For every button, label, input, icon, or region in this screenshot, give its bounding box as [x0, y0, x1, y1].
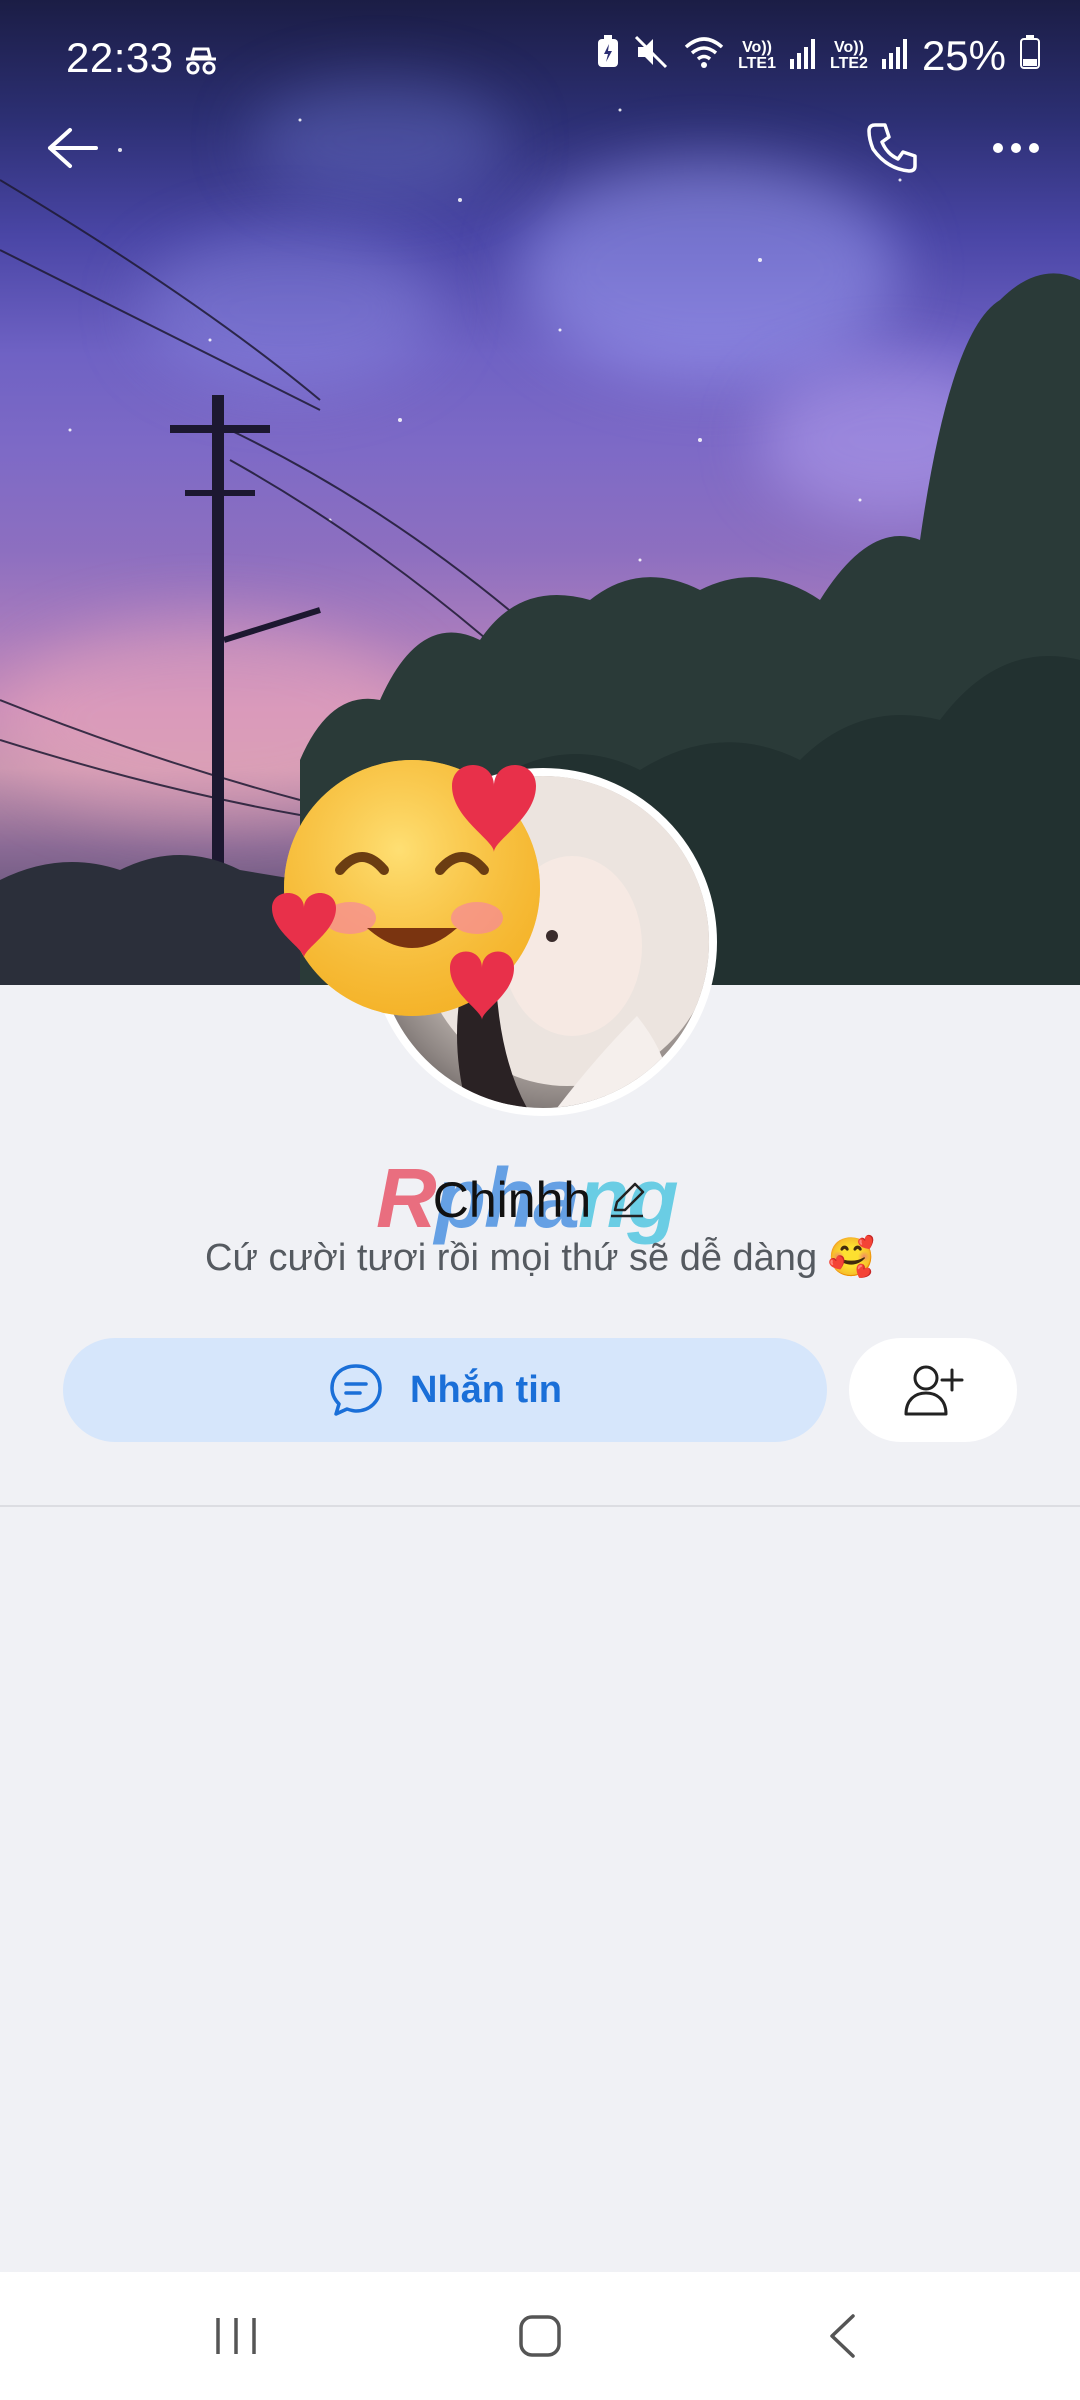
- battery-saver-icon: [596, 34, 620, 79]
- add-friend-button[interactable]: [849, 1338, 1017, 1442]
- profile-name: Chinhh: [432, 1172, 592, 1228]
- smiling-face-hearts-sticker: [272, 760, 540, 1020]
- recent-apps-button[interactable]: [136, 2272, 336, 2400]
- nav-back-button[interactable]: [742, 2272, 942, 2400]
- sim1-network: LTE1: [738, 55, 776, 72]
- more-button[interactable]: [980, 112, 1052, 184]
- back-icon: [830, 2314, 855, 2358]
- call-button[interactable]: [856, 112, 928, 184]
- arrow-left-icon: [48, 128, 98, 168]
- phone-icon: [867, 123, 917, 173]
- status-icons: Vo)) LTE1 Vo)) LTE2 25%: [596, 32, 1040, 80]
- sim2-volte: Vo)): [834, 39, 864, 56]
- home-icon: [519, 2315, 561, 2357]
- sim2-network: LTE2: [830, 55, 868, 72]
- back-button[interactable]: [36, 112, 108, 184]
- wifi-icon: [684, 34, 724, 79]
- message-button-label: Nhắn tin: [410, 1368, 562, 1411]
- battery-percent: 25%: [921, 32, 1006, 79]
- profile-name-row: Chinhh: [0, 1160, 1080, 1240]
- status-bar: 22:33 Vo)) LTE1 Vo)) LTE2 25%: [0, 0, 1080, 88]
- mute-icon: [634, 34, 670, 79]
- edit-pencil-icon[interactable]: [607, 1180, 647, 1220]
- chat-bubble-icon: [330, 1364, 382, 1416]
- sim2-lte-label: Vo)) LTE2: [830, 40, 868, 72]
- add-user-icon: [904, 1365, 964, 1416]
- section-divider: [0, 1505, 1080, 1507]
- sim1-lte-label: Vo)) LTE1: [738, 40, 776, 72]
- recent-apps-icon: [216, 2318, 256, 2354]
- system-nav-bar: [0, 2272, 1080, 2400]
- profile-bio: Cứ cười tươi rồi mọi thứ sẽ dễ dàng 🥰: [205, 1237, 875, 1279]
- signal-icon: [881, 34, 908, 79]
- signal-icon: [790, 34, 816, 79]
- message-button[interactable]: Nhắn tin: [63, 1338, 827, 1442]
- incognito-icon: [184, 42, 218, 87]
- home-button[interactable]: [440, 2272, 640, 2400]
- battery-icon: [1020, 34, 1040, 79]
- status-time: 22:33: [66, 34, 174, 81]
- sim1-volte: Vo)): [742, 39, 772, 56]
- more-horizontal-icon: [993, 143, 1039, 153]
